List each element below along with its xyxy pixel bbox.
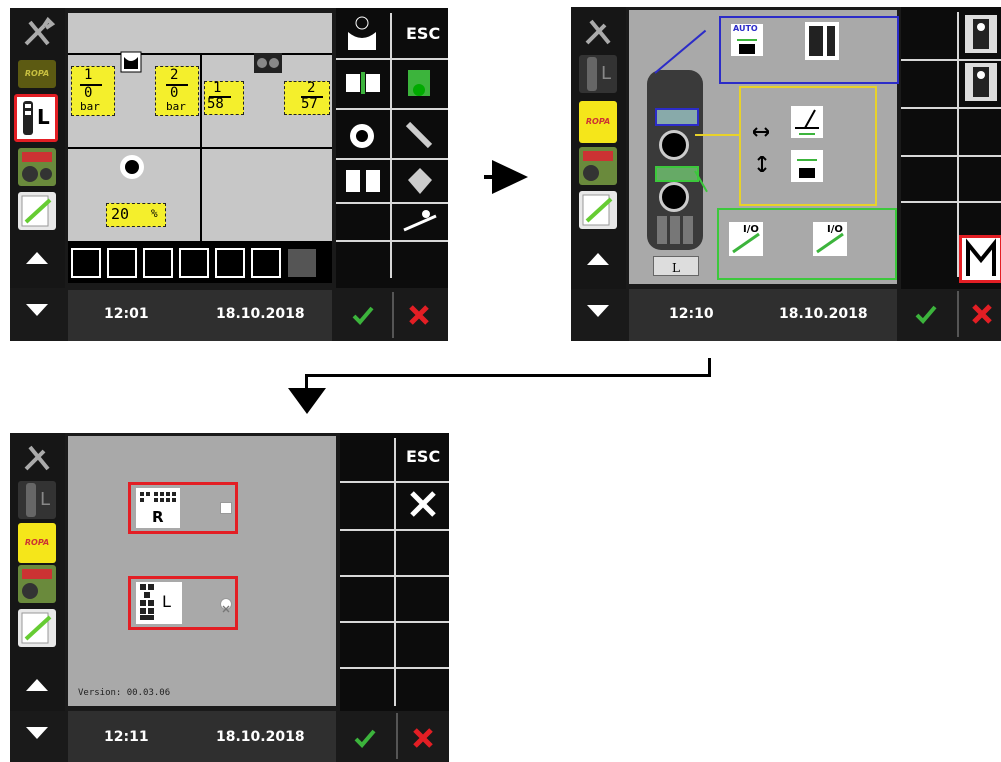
bottom-icon-strip [68,243,332,283]
joystick-label-box: L [653,256,699,276]
cancel-button[interactable] [969,301,995,327]
left-right-arrows-icon [752,122,770,137]
joystick-image [647,70,703,250]
green-roller-icon[interactable] [402,66,436,100]
cancel-button[interactable] [406,302,432,328]
right-softkeys: ESC [340,433,449,711]
flow-arrow-right-head [492,160,528,194]
main-content: 1 0 bar 2 0 bar 1 58 2 57 20 % [68,13,332,283]
boom-icon [791,106,823,138]
scroll-up-button[interactable] [26,679,48,691]
left-sidebar: L ROPA [10,433,65,711]
esc-button[interactable]: ESC [406,24,440,43]
main-content: L AUTO I/O I/O [629,10,899,284]
version-label: Version: 00.03.06 [78,688,171,698]
status-bar: 12:11 18.10.2018 [68,711,336,762]
status-bar: 12:10 18.10.2018 [629,289,897,341]
scroll-up-button[interactable] [26,252,48,264]
confirm-button[interactable] [913,301,939,327]
percent-panel: 20 % [106,203,166,227]
conveyor-icon[interactable] [400,206,440,236]
l-label: L [37,105,50,129]
pressure-gauge-icon [120,51,142,73]
option-l-label: L [162,592,171,611]
joystick-r-icon: R [136,488,180,528]
flow-arrow-down-head [288,388,326,414]
tools-settings-icon[interactable] [408,489,438,519]
io-switch-icon-2: I/O [813,222,847,256]
pressure-1-panel: 1 0 bar [71,66,115,116]
grid-l-icon [805,22,839,60]
tractor-icon[interactable] [579,147,617,185]
terminal-screen-3: L ROPA R L Version: 00.03.06 ESC 12:11 1… [10,433,449,762]
joystick-l-icon[interactable]: L [18,481,56,519]
cancel-button[interactable] [410,725,436,751]
joystick-l-icon[interactable]: L [14,94,58,142]
right-softkeys: ESC [336,8,448,288]
menu-m-button[interactable] [959,235,1001,283]
left-sidebar: L ROPA [571,7,626,289]
date-label: 18.10.2018 [216,306,305,322]
confirm-button[interactable] [350,302,376,328]
tools-icon[interactable] [18,439,56,477]
terminal-screen-2: L ROPA L AUTO I/O I/O 12:10 18.10.2018 [571,7,1001,341]
auto-steer-icon: AUTO [731,24,763,56]
notepad-icon[interactable] [18,192,56,230]
dial-icon [118,153,146,181]
tractor-icon[interactable] [18,148,56,186]
notepad-icon[interactable] [18,609,56,647]
confirm-button[interactable] [352,725,378,751]
time-label: 12:10 [669,306,714,322]
main-content: R L Version: 00.03.06 [68,436,336,706]
notepad-icon[interactable] [579,191,617,229]
pressure-2-panel: 2 0 bar [155,66,199,116]
joystick-config-icon-2[interactable] [965,63,997,101]
cutter-icon[interactable] [346,118,378,150]
scroll-down-button[interactable] [587,305,609,317]
left-sidebar: ROPA L [10,8,65,288]
right-softkeys [901,7,1001,289]
speed-1-panel: 1 58 [204,80,244,115]
scroll-up-button[interactable] [587,253,609,265]
speed-2-panel: 2 57 [284,80,330,115]
option-r-label: R [152,508,164,526]
tools-icon[interactable] [579,13,617,51]
rollers-icon[interactable] [344,68,382,98]
topper-icon[interactable] [346,16,378,52]
joystick-config-icon-1[interactable] [965,15,997,53]
terminal-screen-1: ROPA L 1 0 bar 2 0 bar 1 58 2 57 20 % ES… [10,8,448,341]
joystick-l-option-icon: L [136,582,182,624]
hand-icon[interactable] [402,164,436,198]
ropa-logo[interactable]: ROPA [18,523,56,563]
scroll-down-button[interactable] [26,304,48,316]
time-label: 12:11 [104,729,149,745]
cleaner-rollers-icon [254,53,282,73]
time-label: 12:01 [104,306,149,322]
knife-icon[interactable] [404,120,434,150]
rollers-2-icon[interactable] [344,166,382,196]
ropa-logo[interactable]: ROPA [579,101,617,143]
yellow-group-box [739,86,877,206]
scroll-down-button[interactable] [26,727,48,739]
esc-button[interactable]: ESC [406,447,440,466]
ropa-label: ROPA [24,69,50,78]
tools-icon[interactable] [18,14,56,52]
ropa-logo[interactable]: ROPA [18,60,56,88]
option-l-checkbox[interactable] [220,598,232,613]
io-switch-icon-1: I/O [729,222,763,256]
tractor-icon[interactable] [18,565,56,603]
joystick-l-icon[interactable]: L [579,55,617,93]
up-down-arrows-icon [757,155,767,173]
date-label: 18.10.2018 [779,306,868,322]
date-label: 18.10.2018 [216,729,305,745]
option-r-checkbox[interactable] [220,502,232,514]
status-bar: 12:01 18.10.2018 [68,290,332,341]
height-icon [791,150,823,182]
